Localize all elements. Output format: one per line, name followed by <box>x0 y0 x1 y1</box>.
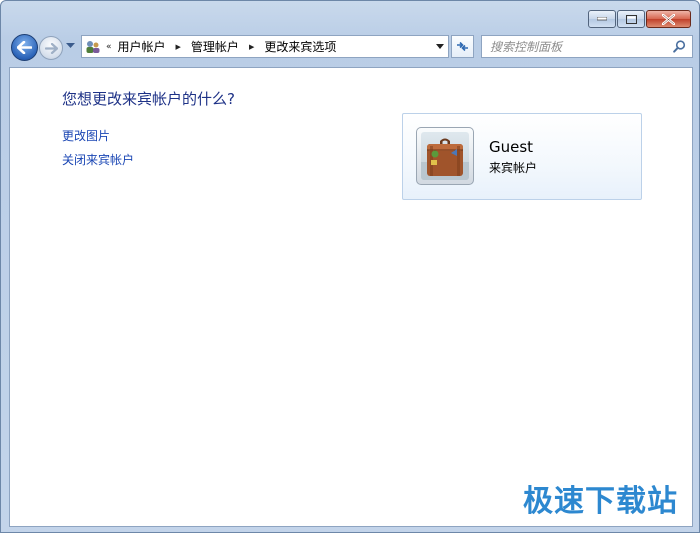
avatar <box>416 127 474 185</box>
minimize-icon <box>597 17 607 21</box>
breadcrumb-overflow[interactable]: « <box>106 42 112 52</box>
refresh-button[interactable] <box>451 35 474 58</box>
control-panel-window: « 用户帐户 ▶ 管理帐户 ▶ 更改来宾选项 搜索控制面板 您想更改来宾帐户的什… <box>0 0 700 533</box>
close-button[interactable] <box>646 10 691 28</box>
maximize-icon <box>625 14 637 24</box>
page-title: 您想更改来宾帐户的什么? <box>62 90 235 108</box>
back-arrow-icon <box>17 41 32 54</box>
breadcrumb-manage-accounts[interactable]: 管理帐户 <box>191 38 239 55</box>
forward-button[interactable] <box>39 36 63 60</box>
breadcrumb-user-accounts[interactable]: 用户帐户 <box>118 38 166 55</box>
breadcrumb-separator-icon[interactable]: ▶ <box>176 43 181 51</box>
breadcrumb-separator-icon[interactable]: ▶ <box>249 43 254 51</box>
search-placeholder: 搜索控制面板 <box>490 40 563 54</box>
maximize-button[interactable] <box>617 10 645 28</box>
guest-account-card[interactable]: Guest 来宾帐户 <box>402 113 642 200</box>
watermark: 极速下载站 <box>523 484 678 519</box>
address-history-dropdown-icon[interactable] <box>436 44 444 49</box>
back-button[interactable] <box>11 34 38 61</box>
minimize-button[interactable] <box>588 10 616 28</box>
forward-arrow-icon <box>44 42 58 54</box>
turn-off-guest-account-link[interactable]: 关闭来宾帐户 <box>62 151 134 168</box>
address-bar[interactable]: « 用户帐户 ▶ 管理帐户 ▶ 更改来宾选项 <box>81 35 449 58</box>
search-input[interactable]: 搜索控制面板 <box>481 35 693 58</box>
navigation-bar: « 用户帐户 ▶ 管理帐户 ▶ 更改来宾选项 搜索控制面板 <box>9 33 693 61</box>
breadcrumb-guest-options[interactable]: 更改来宾选项 <box>264 38 336 55</box>
change-picture-link[interactable]: 更改图片 <box>62 127 110 144</box>
refresh-icon <box>457 41 468 52</box>
recent-pages-dropdown-icon[interactable] <box>66 43 75 49</box>
caption-buttons <box>587 10 691 28</box>
search-icon[interactable] <box>673 40 686 53</box>
user-accounts-icon <box>86 40 100 53</box>
account-name: Guest <box>489 138 534 156</box>
close-icon <box>662 13 675 25</box>
account-type: 来宾帐户 <box>489 161 538 175</box>
briefcase-icon <box>421 138 469 180</box>
main-content: 您想更改来宾帐户的什么? 更改图片 关闭来宾帐户 Guest 来宾帐户 极速下载… <box>9 67 693 527</box>
